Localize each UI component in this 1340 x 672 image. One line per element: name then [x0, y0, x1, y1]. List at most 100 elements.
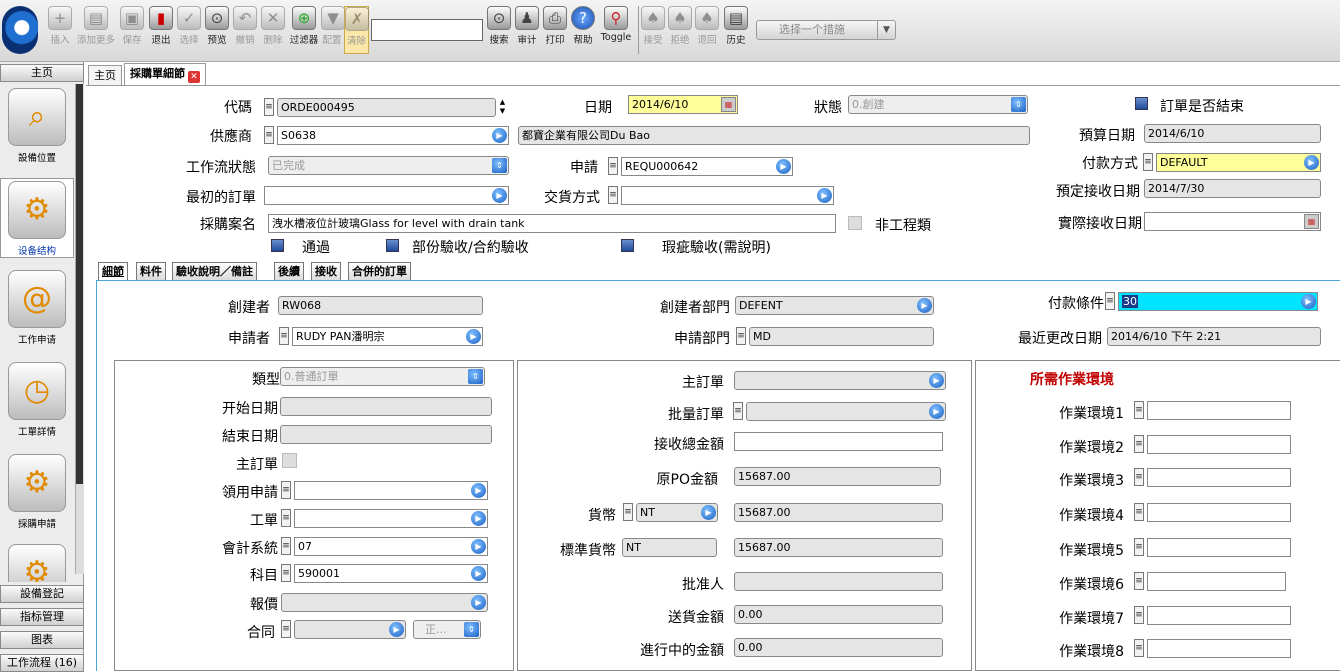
sidebar-item-partial[interactable]: ⚙: [0, 544, 74, 582]
lookup-arrow-icon[interactable]: ▶: [1304, 155, 1319, 170]
lookup-arrow-icon[interactable]: ▶: [471, 511, 486, 526]
received-total-field[interactable]: [734, 432, 943, 451]
clear-button[interactable]: ✗ 清除: [344, 6, 369, 54]
scrollbar-thumb[interactable]: [76, 84, 83, 484]
quote-field[interactable]: ▶: [281, 593, 488, 612]
audit-button[interactable]: ♟ 审计: [514, 6, 540, 54]
tab-home[interactable]: 主页: [88, 65, 122, 85]
date-field[interactable]: 2014/6/10 ▦: [628, 95, 738, 114]
code-menu-icon[interactable]: ≡: [264, 98, 274, 116]
payment-method-field[interactable]: DEFAULT ▶: [1156, 153, 1321, 172]
env1-field[interactable]: [1147, 401, 1291, 420]
lookup-arrow-icon[interactable]: ▶: [389, 622, 404, 637]
batch-order-field[interactable]: ▶: [746, 402, 946, 421]
non-engineering-checkbox[interactable]: [848, 216, 862, 230]
env8-menu-icon[interactable]: ≡: [1134, 639, 1144, 657]
lookup-arrow-icon[interactable]: ▶: [471, 595, 486, 610]
close-icon[interactable]: ✕: [188, 71, 200, 83]
env1-menu-icon[interactable]: ≡: [1134, 401, 1144, 419]
supplier-code-field[interactable]: S0638 ▶: [277, 126, 509, 145]
sidebar-item-device-location[interactable]: ⌕ 設備位置: [0, 88, 74, 164]
subtab-receive[interactable]: 接收: [311, 262, 341, 280]
subtab-acceptance-notes[interactable]: 驗收說明／備註: [172, 262, 257, 280]
preview-button[interactable]: ⊙ 预览: [204, 6, 230, 54]
subtab-details[interactable]: 細節: [98, 262, 128, 280]
env2-menu-icon[interactable]: ≡: [1134, 435, 1144, 453]
exit-button[interactable]: ▮ 退出: [148, 6, 174, 54]
mid-master-order-field[interactable]: ▶: [734, 371, 946, 390]
insert-button[interactable]: + 插入: [46, 6, 74, 54]
original-order-field[interactable]: ▶: [264, 186, 509, 205]
claim-request-menu-icon[interactable]: ≡: [281, 481, 291, 499]
subtab-items[interactable]: 料件: [136, 262, 166, 280]
lookup-arrow-icon[interactable]: ▶: [471, 539, 486, 554]
pass-checkbox[interactable]: [271, 239, 284, 252]
actual-receive-date-field[interactable]: ▦: [1144, 212, 1321, 231]
delete-button[interactable]: ✕ 删除: [260, 6, 286, 54]
env5-field[interactable]: [1147, 538, 1291, 557]
filter-button[interactable]: ⊕ 过滤器: [288, 6, 320, 54]
toolbar-search-input[interactable]: [371, 19, 483, 41]
undo-button[interactable]: ↶ 撤销: [232, 6, 258, 54]
tab-purchase-order-detail[interactable]: 採購單細節 ✕: [124, 63, 206, 85]
lookup-arrow-icon[interactable]: ▶: [492, 128, 507, 143]
batch-order-menu-icon[interactable]: ≡: [733, 402, 743, 420]
lookup-arrow-icon[interactable]: ▶: [917, 298, 932, 313]
lookup-arrow-icon[interactable]: ▶: [929, 373, 944, 388]
search-button[interactable]: ⊙ 搜索: [486, 6, 512, 54]
lookup-arrow-icon[interactable]: ▶: [929, 404, 944, 419]
env3-menu-icon[interactable]: ≡: [1134, 468, 1144, 486]
sidebar-tab-home[interactable]: 主页: [0, 64, 84, 82]
env6-field[interactable]: [1147, 572, 1286, 591]
subject-field[interactable]: 590001 ▶: [294, 564, 488, 583]
sidebar-tab-workflow[interactable]: 工作流程 (16): [0, 654, 84, 672]
delivery-method-field[interactable]: ▶: [621, 186, 834, 205]
save-button[interactable]: ▣ 保存: [118, 6, 146, 54]
lookup-arrow-icon[interactable]: ▶: [471, 483, 486, 498]
request-menu-icon[interactable]: ≡: [608, 157, 618, 175]
subject-menu-icon[interactable]: ≡: [281, 564, 291, 582]
action-select[interactable]: 选择一个措施 ▼: [756, 20, 896, 40]
payment-method-menu-icon[interactable]: ≡: [1143, 153, 1153, 171]
supplier-menu-icon[interactable]: ≡: [264, 126, 274, 144]
lookup-arrow-icon[interactable]: ▶: [466, 329, 481, 344]
workorder-menu-icon[interactable]: ≡: [281, 509, 291, 527]
order-closed-checkbox[interactable]: [1135, 97, 1148, 110]
status-select[interactable]: 0.創建 ⇕: [848, 95, 1028, 114]
claim-request-field[interactable]: ▶: [294, 481, 488, 500]
config-button[interactable]: ▼ 配置: [321, 6, 345, 54]
subtab-merged-orders[interactable]: 合併的訂單: [348, 262, 411, 280]
request-dept-menu-icon[interactable]: ≡: [736, 327, 746, 345]
contract-status-select[interactable]: 正... ⇕: [413, 620, 481, 639]
defect-acceptance-checkbox[interactable]: [621, 239, 634, 252]
sidebar-tab-kpi-management[interactable]: 指标管理: [0, 608, 84, 626]
subtab-followup[interactable]: 後續: [274, 262, 304, 280]
sidebar-item-device-structure[interactable]: ⚙ 设备结构: [0, 178, 74, 258]
env7-field[interactable]: [1147, 606, 1291, 625]
workorder-field[interactable]: ▶: [294, 509, 488, 528]
env3-field[interactable]: [1147, 468, 1291, 487]
code-field[interactable]: ORDE000495: [277, 98, 496, 117]
code-spinner-icon[interactable]: ▲ ▼: [497, 98, 508, 117]
master-order-checkbox[interactable]: [282, 453, 297, 468]
lookup-arrow-icon[interactable]: ▶: [817, 188, 832, 203]
select-button[interactable]: ✓ 选择: [176, 6, 202, 54]
contract-menu-icon[interactable]: ≡: [281, 620, 291, 638]
payment-terms-menu-icon[interactable]: ≡: [1105, 292, 1115, 310]
sidebar-tab-charts[interactable]: 图表: [0, 631, 84, 649]
contract-field[interactable]: ▶: [294, 620, 406, 639]
env8-field[interactable]: [1147, 639, 1291, 658]
calendar-icon[interactable]: ▦: [1304, 214, 1319, 229]
env4-field[interactable]: [1147, 503, 1291, 522]
env2-field[interactable]: [1147, 435, 1291, 454]
env5-menu-icon[interactable]: ≡: [1134, 538, 1144, 556]
accounting-system-field[interactable]: 07 ▶: [294, 537, 488, 556]
lookup-arrow-icon[interactable]: ▶: [492, 188, 507, 203]
lookup-arrow-icon[interactable]: ▶: [701, 505, 716, 520]
lookup-arrow-icon[interactable]: ▶: [471, 566, 486, 581]
sidebar-item-work-request[interactable]: @ 工作申请: [0, 270, 74, 346]
help-button[interactable]: ? 帮助: [570, 6, 596, 54]
calendar-icon[interactable]: ▦: [721, 97, 736, 112]
env7-menu-icon[interactable]: ≡: [1134, 606, 1144, 624]
requester-menu-icon[interactable]: ≡: [279, 327, 289, 345]
